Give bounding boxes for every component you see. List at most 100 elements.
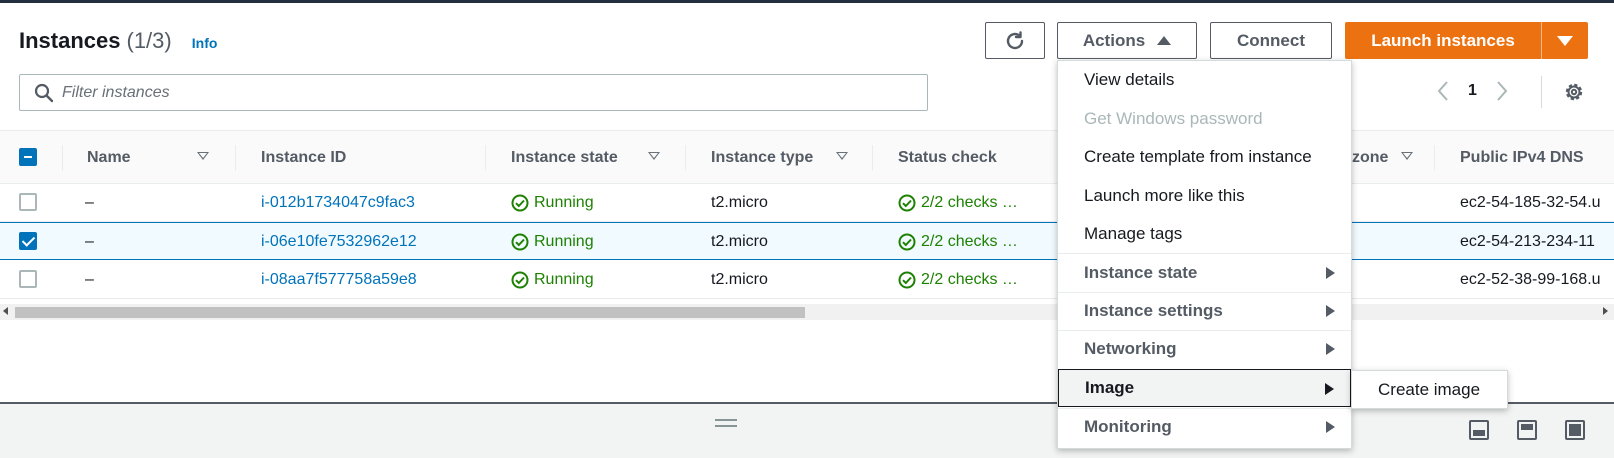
connect-button[interactable]: Connect bbox=[1210, 22, 1332, 59]
table-row[interactable]: – i-012b1734047c9fac3 Running t2.micro 2… bbox=[0, 184, 1614, 222]
instance-name: – bbox=[85, 271, 94, 288]
row-checkbox[interactable] bbox=[19, 270, 37, 288]
caret-right-icon bbox=[1326, 343, 1335, 355]
menu-item-label: Networking bbox=[1084, 339, 1177, 358]
column-header-status-check[interactable]: Status check bbox=[898, 131, 997, 185]
refresh-button[interactable] bbox=[985, 22, 1045, 59]
instance-type: t2.micro bbox=[711, 271, 768, 288]
selection-count: (1/3) bbox=[126, 28, 172, 53]
search-icon bbox=[34, 83, 54, 102]
column-header-instance-type[interactable]: Instance type bbox=[711, 131, 813, 185]
column-divider bbox=[235, 145, 236, 171]
split-bottom-icon[interactable] bbox=[1469, 420, 1489, 440]
actions-button[interactable]: Actions bbox=[1057, 22, 1197, 59]
public-dns: ec2-52-38-99-168.u bbox=[1460, 271, 1601, 288]
column-header-name[interactable]: Name bbox=[87, 131, 131, 185]
scrollbar-thumb[interactable] bbox=[15, 307, 805, 318]
page-header: Instances (1/3) Info bbox=[19, 28, 217, 54]
menu-item-view-details[interactable]: View details bbox=[1058, 61, 1351, 99]
chevron-left-icon[interactable] bbox=[1430, 78, 1456, 104]
page-title: Instances bbox=[19, 28, 121, 53]
sort-icon[interactable] bbox=[1401, 152, 1413, 160]
pagination: 1 bbox=[1430, 78, 1515, 104]
sort-icon[interactable] bbox=[197, 152, 209, 160]
scroll-left-icon[interactable] bbox=[3, 307, 8, 315]
gear-icon[interactable] bbox=[1562, 80, 1586, 104]
menu-item-label: Image bbox=[1085, 378, 1135, 397]
menu-item-create-template[interactable]: Create template from instance bbox=[1058, 138, 1351, 176]
launch-dropdown-button[interactable] bbox=[1542, 22, 1588, 59]
menu-item-label: Monitoring bbox=[1084, 417, 1172, 436]
filter-search-box bbox=[19, 74, 928, 111]
instance-name: – bbox=[85, 233, 94, 250]
menu-item-image[interactable]: Image bbox=[1058, 369, 1351, 407]
caret-right-icon bbox=[1326, 267, 1335, 279]
scroll-right-icon[interactable] bbox=[1603, 307, 1608, 315]
table-header: Name Instance ID Instance state Instance… bbox=[0, 130, 1614, 184]
menu-item-monitoring[interactable]: Monitoring bbox=[1058, 408, 1351, 446]
table-row[interactable]: – i-08aa7f577758a59e8 Running t2.micro 2… bbox=[0, 261, 1614, 299]
instance-id-link[interactable]: i-08aa7f577758a59e8 bbox=[261, 261, 417, 299]
actions-label: Actions bbox=[1082, 30, 1146, 50]
instance-id-link[interactable]: i-06e10fe7532962e12 bbox=[261, 223, 417, 261]
horizontal-scrollbar[interactable] bbox=[0, 304, 1614, 320]
menu-item-manage-tags[interactable]: Manage tags bbox=[1058, 215, 1351, 253]
filter-instances-input[interactable] bbox=[62, 77, 902, 108]
row-checkbox[interactable] bbox=[19, 232, 37, 250]
instance-state: Running bbox=[511, 184, 594, 222]
caret-up-icon bbox=[1157, 36, 1172, 45]
column-divider bbox=[685, 145, 686, 171]
pagination-divider bbox=[1541, 76, 1542, 108]
top-border bbox=[0, 0, 1614, 3]
actions-menu: View details Get Windows password Create… bbox=[1057, 60, 1352, 449]
check-circle-icon bbox=[511, 194, 529, 212]
row-checkbox[interactable] bbox=[19, 193, 37, 211]
menu-item-instance-state[interactable]: Instance state bbox=[1058, 254, 1351, 292]
menu-item-label: Instance settings bbox=[1084, 301, 1223, 320]
refresh-icon bbox=[1006, 30, 1024, 49]
submenu-item-create-image[interactable]: Create image bbox=[1351, 370, 1508, 409]
sort-icon[interactable] bbox=[836, 152, 848, 160]
check-circle-icon bbox=[898, 233, 916, 251]
sort-icon[interactable] bbox=[648, 152, 660, 160]
caret-right-icon bbox=[1326, 421, 1335, 433]
check-circle-icon bbox=[898, 194, 916, 212]
caret-down-icon bbox=[1557, 35, 1573, 46]
status-check-label: 2/2 checks … bbox=[921, 194, 1018, 211]
status-check: 2/2 checks … bbox=[898, 184, 1018, 222]
menu-item-networking[interactable]: Networking bbox=[1058, 330, 1351, 368]
instance-name: – bbox=[85, 194, 94, 211]
split-full-icon[interactable] bbox=[1565, 420, 1585, 440]
caret-right-icon bbox=[1326, 305, 1335, 317]
menu-item-get-windows-password: Get Windows password bbox=[1084, 109, 1263, 128]
menu-item-launch-more[interactable]: Launch more like this bbox=[1058, 177, 1351, 215]
instance-state-label: Running bbox=[534, 233, 594, 250]
split-side-icon[interactable] bbox=[1517, 420, 1537, 440]
menu-item-instance-settings[interactable]: Instance settings bbox=[1058, 292, 1351, 330]
instance-state: Running bbox=[511, 223, 594, 261]
column-divider bbox=[485, 145, 486, 171]
select-all-checkbox[interactable] bbox=[19, 148, 37, 166]
resize-handle-icon[interactable] bbox=[715, 419, 737, 427]
status-check-label: 2/2 checks … bbox=[921, 233, 1018, 250]
column-header-instance-state[interactable]: Instance state bbox=[511, 131, 618, 185]
column-divider bbox=[872, 145, 873, 171]
launch-instances-split-button: Launch instances bbox=[1345, 22, 1588, 59]
status-check: 2/2 checks … bbox=[898, 261, 1018, 299]
menu-item-label: Instance state bbox=[1084, 263, 1198, 282]
column-header-public-ipv4-dns[interactable]: Public IPv4 DNS bbox=[1460, 131, 1584, 185]
column-divider bbox=[1434, 145, 1435, 171]
launch-instances-button[interactable]: Launch instances bbox=[1345, 22, 1542, 59]
status-check: 2/2 checks … bbox=[898, 223, 1018, 261]
instance-type: t2.micro bbox=[711, 233, 768, 250]
instance-id-link[interactable]: i-012b1734047c9fac3 bbox=[261, 184, 415, 222]
check-circle-icon bbox=[511, 233, 529, 251]
column-header-instance-id[interactable]: Instance ID bbox=[261, 131, 346, 185]
connect-label: Connect bbox=[1237, 30, 1305, 50]
chevron-right-icon[interactable] bbox=[1489, 78, 1515, 104]
current-page[interactable]: 1 bbox=[1468, 82, 1477, 100]
column-header-availability-zone[interactable]: zone bbox=[1352, 131, 1388, 185]
table-row[interactable]: – i-06e10fe7532962e12 Running t2.micro 2… bbox=[0, 222, 1614, 260]
instance-state-label: Running bbox=[534, 194, 594, 211]
info-link[interactable]: Info bbox=[192, 35, 218, 51]
